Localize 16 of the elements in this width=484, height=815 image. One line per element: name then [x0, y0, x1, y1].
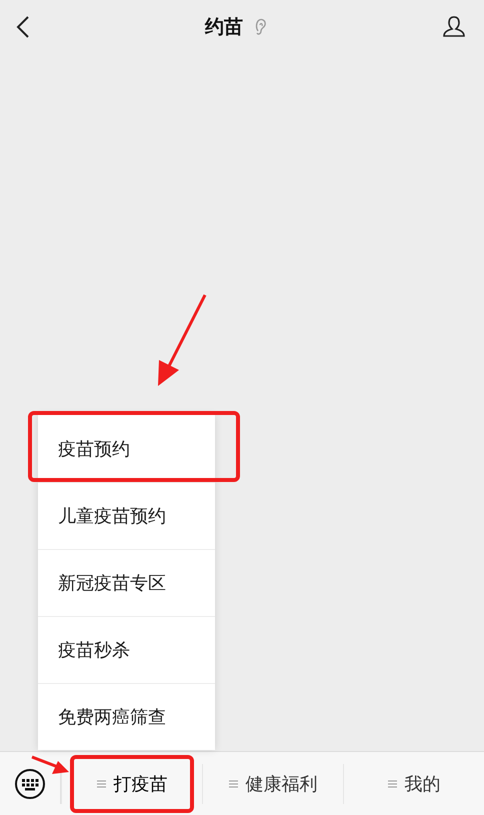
person-icon[interactable]	[442, 15, 466, 39]
menu-item[interactable]: 疫苗预约	[38, 415, 215, 482]
keyboard-icon[interactable]	[14, 768, 46, 800]
menu-item[interactable]: 新冠疫苗专区	[38, 549, 215, 616]
menu-item[interactable]: 儿童疫苗预约	[38, 482, 215, 549]
arrow-icon	[158, 294, 206, 386]
back-icon[interactable]	[16, 15, 30, 39]
menu-icon	[388, 780, 396, 788]
menu-icon	[96, 780, 106, 788]
menu-item[interactable]: 疫苗秒杀	[38, 616, 215, 683]
page-title: 约苗	[205, 15, 243, 40]
menu-tab[interactable]: 健康福利	[202, 764, 343, 804]
menu-tab[interactable]: 我的	[343, 764, 484, 804]
arrow-icon	[31, 756, 69, 774]
menu-icon	[228, 780, 238, 788]
menu-item[interactable]: 免费两癌筛查	[38, 683, 215, 750]
